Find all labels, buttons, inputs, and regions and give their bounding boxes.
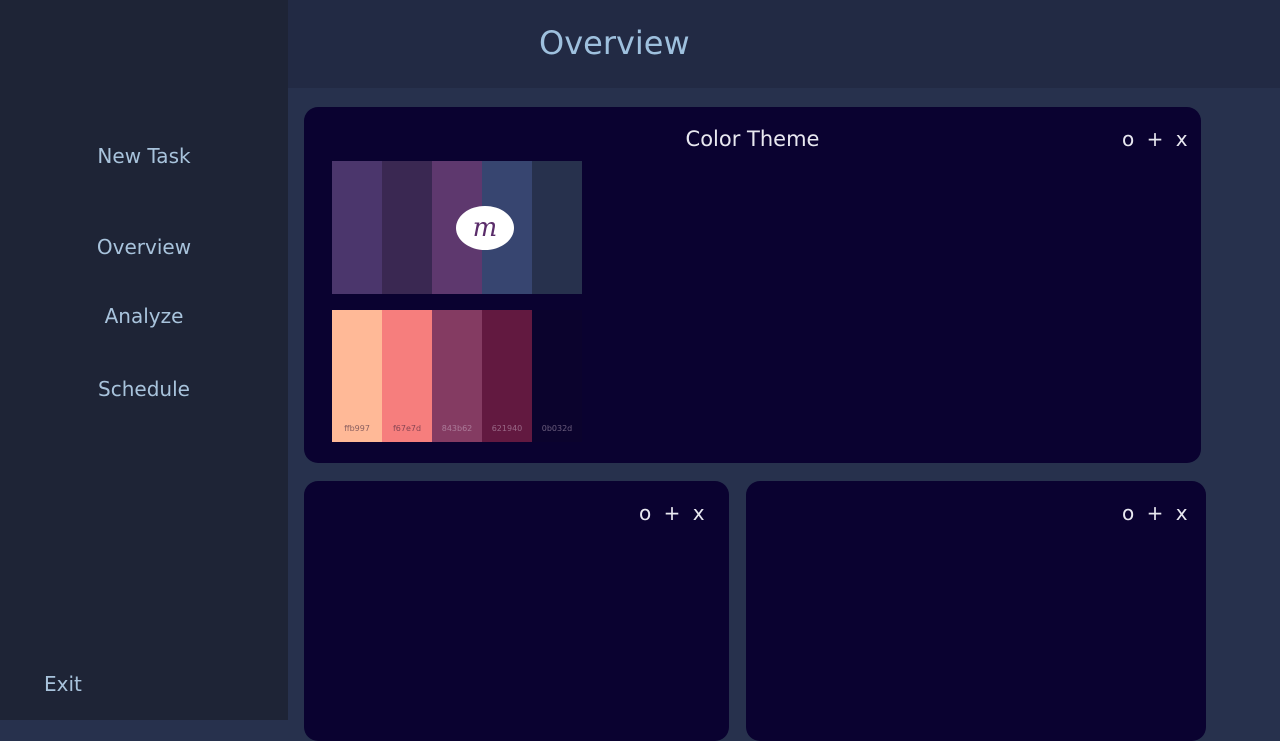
close-button[interactable]: x	[1176, 127, 1189, 151]
palette-bottom: ffb997 f67e7d 843b62 621940 0b032d	[332, 310, 582, 442]
logo-letter: m	[472, 213, 498, 243]
sidebar-item-overview[interactable]: Overview	[0, 235, 288, 259]
swatch-1	[332, 161, 382, 294]
close-button[interactable]: x	[1176, 501, 1189, 525]
panel-title: Color Theme	[685, 127, 820, 151]
swatch-ffb997: ffb997	[332, 310, 382, 442]
hex-label: 0b032d	[541, 424, 573, 433]
swatch-f67e7d: f67e7d	[382, 310, 432, 442]
add-button[interactable]: +	[1147, 127, 1165, 151]
minimize-button[interactable]: o	[639, 501, 652, 525]
sidebar-item-analyze[interactable]: Analyze	[0, 304, 288, 328]
swatch-2	[382, 161, 432, 294]
sidebar-item-schedule[interactable]: Schedule	[0, 377, 288, 401]
close-button[interactable]: x	[693, 501, 706, 525]
panel-controls: o + x	[1122, 127, 1189, 151]
hex-label: 843b62	[441, 424, 473, 433]
panel-controls: o + x	[1122, 501, 1189, 525]
bottom-right-panel: o + x	[746, 481, 1206, 741]
exit-button[interactable]: Exit	[44, 672, 82, 696]
palette-top: m	[332, 161, 582, 294]
minimize-button[interactable]: o	[1122, 127, 1135, 151]
sidebar: New Task Overview Analyze Schedule Exit	[0, 0, 288, 720]
hex-label: ffb997	[344, 424, 370, 433]
color-theme-panel: Color Theme o + x m ffb997 f67e7d 843b62…	[304, 107, 1201, 463]
logo-icon: m	[456, 206, 514, 250]
swatch-621940: 621940	[482, 310, 532, 442]
hex-label: f67e7d	[392, 424, 422, 433]
minimize-button[interactable]: o	[1122, 501, 1135, 525]
swatch-843b62: 843b62	[432, 310, 482, 442]
swatch-0b032d: 0b032d	[532, 310, 582, 442]
page-title: Overview	[539, 24, 690, 62]
panel-controls: o + x	[639, 501, 706, 525]
add-button[interactable]: +	[664, 501, 682, 525]
sidebar-item-new-task[interactable]: New Task	[0, 144, 288, 168]
swatch-5	[532, 161, 582, 294]
hex-label: 621940	[491, 424, 523, 433]
add-button[interactable]: +	[1147, 501, 1165, 525]
header: Overview	[288, 0, 1280, 88]
bottom-left-panel: o + x	[304, 481, 729, 741]
